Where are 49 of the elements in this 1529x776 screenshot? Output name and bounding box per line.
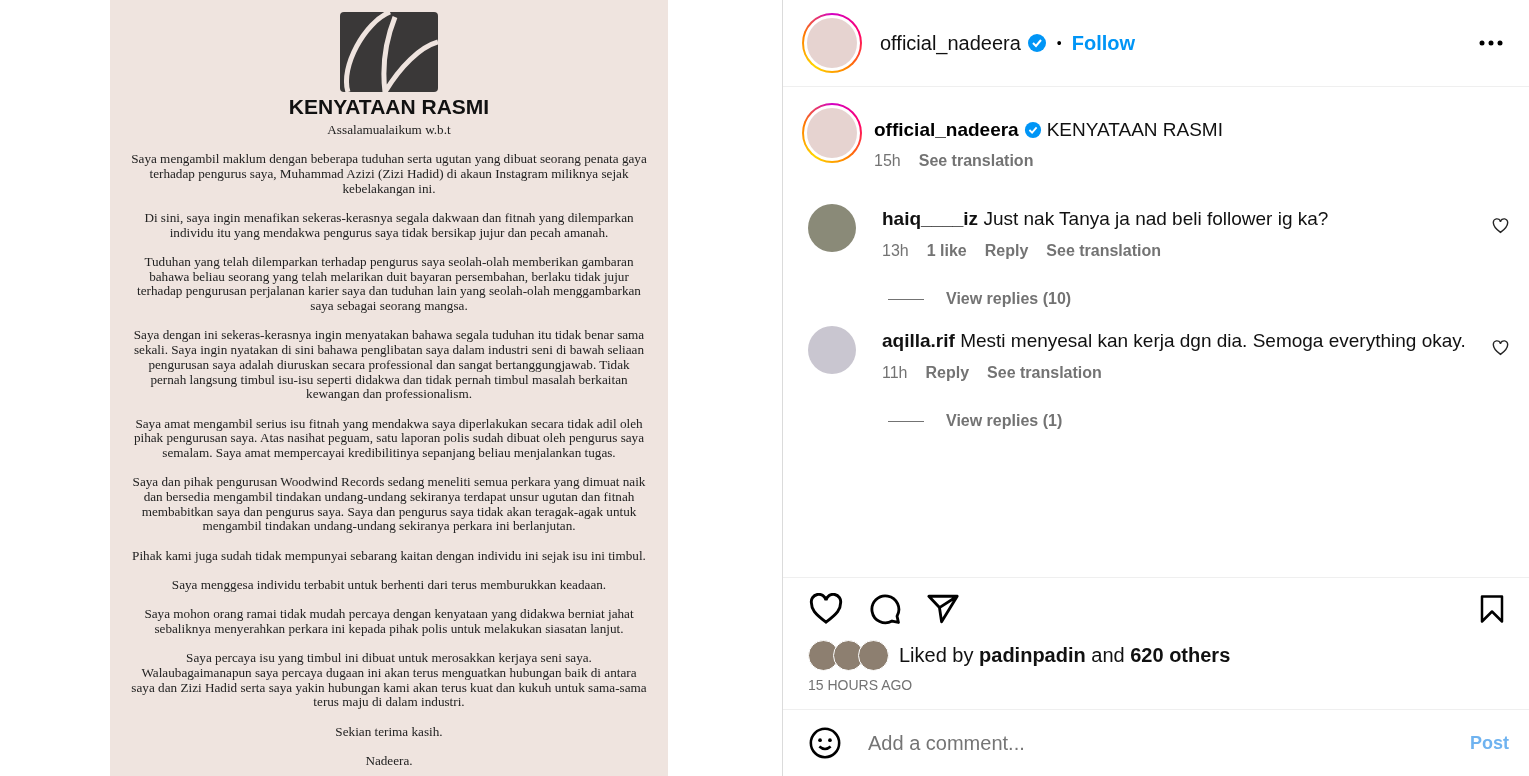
view-replies-link[interactable]: View replies (1) <box>946 412 1063 430</box>
share-paper-plane-icon[interactable] <box>926 592 960 626</box>
statement-paragraph: Saya menggesa individu terbabit untuk berhenti dari terus memburukkan keadaan. <box>170 577 608 593</box>
statement-paragraph: Pihak kami juga sudah tidak mempunyai sebarang kaitan dengan individu ini sejak isu ini timbul. <box>131 548 647 564</box>
like-heart-icon[interactable] <box>808 593 844 625</box>
statement-paragraph: Saya percaya isu yang timbul ini dibuat untuk merosakkan kerjaya seni saya. Walaubagaimanapun saya percaya dugaan ini akan terus menguatkan hubungan baik di antara saya dan Zizi Hadid serta saya yakin hubungan kami akan terus kuat dan kukuh untuk sama-sama terus maju di dalam industri. <box>130 651 648 711</box>
profile-avatar[interactable] <box>802 13 862 73</box>
statement-paragraph: Saya amat mengambil serius isu fitnah yang mendakwa saya diperlakukan secara tidak adil oleh pihak pengurusan saya. Atas nasihat peguam, satu laporan polis sudah dibuat oleh pengurus saya semalam. Saya amat mempercayai kredibilitinya sepanjang beliau menjalankan tugas. <box>132 416 646 461</box>
post-time: 15h <box>874 152 901 170</box>
emoji-icon[interactable] <box>808 726 842 760</box>
comment-time: 13h <box>882 242 909 260</box>
liked-by-text: Liked by padinpadin and 620 others <box>899 644 1231 667</box>
statement-paragraph: Sekian terima kasih. <box>334 724 444 740</box>
comment-text: haiq____iz Just nak Tanya ja nad beli follower ig ka? <box>882 207 1329 231</box>
reply-link[interactable]: Reply <box>925 364 970 382</box>
statement-paragraph: Nadeera. <box>364 753 414 769</box>
caption-text: KENYATAAN RASMI <box>1046 118 1223 142</box>
see-translation-link[interactable]: See translation <box>1046 242 1161 260</box>
statement-paragraph: Saya dengan ini sekeras-kerasnya ingin menyatakan bahawa segala tuduhan itu tidak benar sama sekali. Saya ingin nyatakan di sini bahawa penglibatan saya dalam industri seni di bawah seliaan pengurusan saya adalah diuruskan secara professional dan sangat bertanggungjawab. Tidak pernah langsung timbul isu-isu seperti didakwa dan tidak pernah timbul masalah berkaitan kewangan dan professionalism. <box>132 328 646 402</box>
statement-paragraph: Di sini, saya ingin menafikan sekeras-kerasnya segala dakwaan dan fitnah yang dilemparkan individu itu yang mendakwa pengurus saya tidak bersikap jujur dan pecah amanah. <box>143 211 635 241</box>
comment-time: 11h <box>882 364 908 382</box>
profile-avatar[interactable] <box>802 103 862 163</box>
more-options-icon[interactable] <box>1479 40 1503 46</box>
statement-title: KENYATAAN RASMI <box>288 95 490 119</box>
statement-paragraph: Saya mohon orang ramai tidak mudah percaya dengan kenyataan yang didakwa berniat jahat sebaliknya menyerahkan perkara ini kepada pihak polis untuk melakukan siasatan lanjut. <box>143 607 635 637</box>
statement-paragraph: Saya dan pihak pengurusan Woodwind Records sedang meneliti semua perkara yang dimuat naik dan bersedia mengambil tindakan undang-undang sekiranya terdapat unsur ugutan dan fitnah membabitkan saya dan pengurus saya. Saya dan pengurus saya tidak akan teragak-agak untuk mengambil tindakan undang-undang sekiranya perkara ini berlanjutan. <box>131 475 647 535</box>
view-replies-link[interactable]: View replies (10) <box>946 290 1072 308</box>
statement-paragraph: Tuduhan yang telah dilemparkan terhadap pengurus saya seolah-olah memberikan gambaran bahawa beliau seorang yang telah melarikan duit bayaran persembahan, berlaku tidak jujur terhadap pengurusan perjalanan karier saya dan tuduhan lain yang seolah-olah menggambarkan saya sebagai seorang mangsa. <box>136 255 642 314</box>
statement-paragraph: Assalamualaikum w.b.t <box>326 123 452 138</box>
script-logo-icon <box>340 12 438 92</box>
see-translation-link[interactable]: See translation <box>918 152 1034 170</box>
liker-avatar <box>858 640 889 671</box>
commenter-avatar[interactable] <box>808 204 856 252</box>
post-timestamp: 15 HOURS AGO <box>807 676 914 695</box>
see-translation-link[interactable]: See translation <box>987 364 1102 382</box>
like-count[interactable]: 1 like <box>926 242 967 260</box>
heart-icon[interactable] <box>1492 218 1509 234</box>
follow-button[interactable]: Follow <box>1071 31 1136 55</box>
separator-dot: • <box>1056 35 1062 51</box>
heart-icon[interactable] <box>1492 340 1509 356</box>
reply-link[interactable]: Reply <box>984 242 1029 260</box>
username-link[interactable]: official_nadeera <box>880 31 1021 55</box>
comment-bubble-icon[interactable] <box>868 592 902 626</box>
comment-text: aqilla.rif Mesti menyesal kan kerja dgn dia. Semoga everything okay. <box>882 329 1466 353</box>
statement-paragraph: Saya mengambil maklum dengan beberapa tuduhan serta ugutan yang dibuat seorang penata gaya terhadap pengurus saya, Muhammad Azizi (Zizi Hadid) di akaun Instagram miliknya sejak kebelakangan ini. <box>130 152 648 197</box>
username-link[interactable]: official_nadeera <box>874 118 1019 141</box>
verified-badge-icon <box>1023 120 1042 139</box>
comment-input-field[interactable]: Add a comment... <box>866 730 1446 756</box>
verified-badge-icon <box>1026 33 1047 53</box>
